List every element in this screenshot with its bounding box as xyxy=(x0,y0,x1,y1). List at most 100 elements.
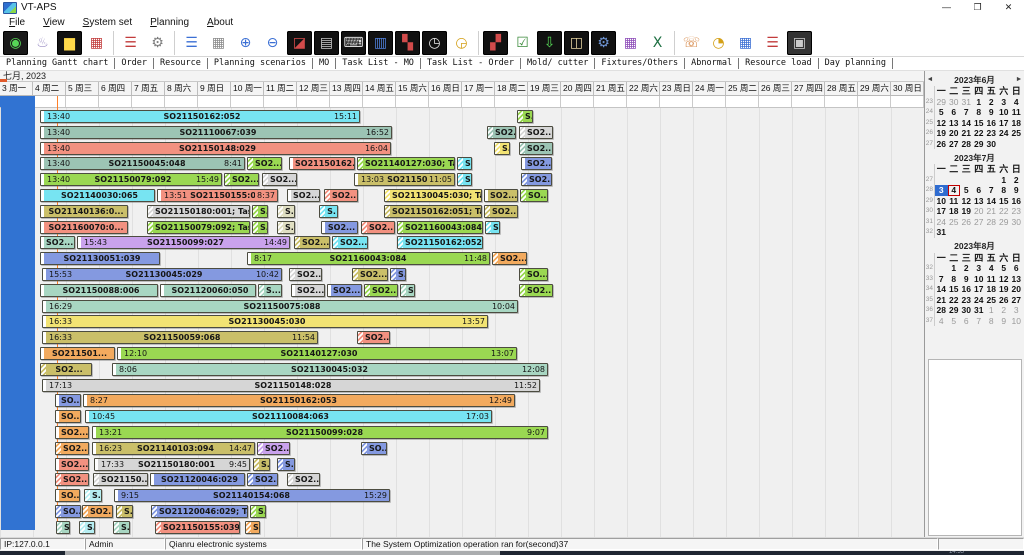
gantt-bar[interactable]: 13:40 SO21150162:052 15:11 xyxy=(40,110,360,123)
calendar-day[interactable]: 15 xyxy=(973,118,986,129)
gantt-bar[interactable]: SO2... xyxy=(321,220,358,234)
day-header-cell[interactable]: 25 周二 xyxy=(726,82,759,95)
calendar-day[interactable]: 2 xyxy=(998,305,1011,316)
gantt-bar[interactable]: 13:40 SO21150079:092 15:49 xyxy=(40,173,222,187)
calendar-day[interactable]: 7 xyxy=(985,185,998,196)
calendar-day[interactable]: 1 xyxy=(948,263,961,274)
day-header-cell[interactable]: 22 周六 xyxy=(627,82,660,95)
gantt-bar[interactable]: SO2... xyxy=(247,157,282,171)
gantt-bar[interactable]: S... xyxy=(258,283,282,297)
gantt-bar[interactable]: SO2... xyxy=(82,505,113,518)
day-header-cell[interactable]: 12 周三 xyxy=(297,82,330,95)
gantt-bar[interactable]: SO2... xyxy=(492,252,527,266)
save-icon[interactable]: ▣ xyxy=(787,30,812,55)
tab-planning-scenarios[interactable]: Planning scenarios xyxy=(208,58,314,69)
gantt-bar[interactable]: SO2... xyxy=(357,331,390,345)
calendar-day[interactable]: 11 xyxy=(1010,107,1023,118)
calendar-day[interactable]: 21 xyxy=(985,206,998,217)
clock-dark-icon[interactable]: ◷ xyxy=(422,30,447,55)
menu-view[interactable]: View xyxy=(34,17,74,28)
gantt-bar[interactable]: SO2... xyxy=(289,268,322,281)
gantt-bar[interactable]: 17:33 SO21150180:001 9:45 xyxy=(94,457,250,471)
calendar-day[interactable]: 20 xyxy=(1010,284,1023,295)
gantt-bar[interactable]: SO21150162:052; Tas... xyxy=(397,236,483,250)
calendar-day[interactable]: 19 xyxy=(935,128,948,139)
tab-task-list-order[interactable]: Task List - Order xyxy=(421,58,521,69)
gantt-bar[interactable]: SO2... xyxy=(40,362,92,376)
gantt-bar[interactable]: S. xyxy=(79,520,95,534)
calendar-day[interactable]: 23 xyxy=(960,295,973,306)
gantt-bar[interactable]: SO21150180:001; Task... xyxy=(147,204,250,218)
gantt-bar[interactable]: SO2... xyxy=(324,189,358,202)
gantt-bar[interactable]: 16:29 SO21150075:088 10:04 xyxy=(42,299,518,313)
calendar-day[interactable]: 5 xyxy=(935,107,948,118)
gantt-bar[interactable]: SO21130051:039 xyxy=(40,252,160,266)
calendar-day[interactable]: 4 xyxy=(1010,97,1023,108)
gantt-bar[interactable]: SO2... xyxy=(521,157,552,171)
calendar-day[interactable]: 25 xyxy=(1010,128,1023,139)
calendar-day[interactable]: 24 xyxy=(998,128,1011,139)
gantt-bar[interactable]: 13:40 SO21150045:048 8:41 xyxy=(40,157,245,171)
calendar-day[interactable]: 31 xyxy=(935,227,948,238)
calendar-day[interactable]: 30 xyxy=(1010,217,1023,228)
gantt-bar[interactable]: 16:33 SO21150059:068 11:54 xyxy=(42,331,318,345)
calendar-day[interactable]: 6 xyxy=(973,185,986,196)
calendar-day[interactable]: 31 xyxy=(960,97,973,108)
gantt-bar[interactable]: SO2... xyxy=(287,189,320,202)
gantt-bar[interactable]: 8:27 SO21150162:053 12:49 xyxy=(83,394,515,408)
day-header-cell[interactable]: 20 周四 xyxy=(561,82,594,95)
calendar-day[interactable]: 10 xyxy=(1010,316,1023,327)
calendar-day[interactable]: 8 xyxy=(985,316,998,327)
calendar-day[interactable]: 28 xyxy=(985,217,998,228)
calendar-day[interactable]: 4 xyxy=(985,263,998,274)
gantt-bar[interactable]: SO21150155:039; T... xyxy=(155,520,240,534)
mold-tool-icon[interactable]: ◪ xyxy=(287,30,312,55)
gantt-bar[interactable]: SO... xyxy=(55,489,80,503)
printer-icon[interactable]: ▤ xyxy=(314,30,339,55)
calendar-day[interactable]: 5 xyxy=(948,316,961,327)
gantt-view-icon[interactable]: ☰ xyxy=(179,31,204,55)
gantt-bar[interactable]: SO21140136:0... xyxy=(40,204,128,218)
gantt-bar[interactable]: SO2... xyxy=(247,473,278,487)
calendar-day[interactable]: 14 xyxy=(985,196,998,207)
calendar-day[interactable]: 24 xyxy=(973,295,986,306)
day-header-cell[interactable]: 7 周五 xyxy=(132,82,165,95)
calendar-day[interactable]: 16 xyxy=(960,284,973,295)
calendar-day[interactable]: 17 xyxy=(935,206,948,217)
gantt-bar[interactable]: S. xyxy=(485,220,500,234)
calendar-day[interactable]: 5 xyxy=(998,263,1011,274)
calendar-day[interactable]: 20 xyxy=(973,206,986,217)
calendar-day[interactable]: 27 xyxy=(948,139,961,150)
export-save-icon[interactable]: ⇩ xyxy=(537,30,562,55)
gantt-bar[interactable]: SO211501... xyxy=(40,347,115,360)
machine-icon[interactable]: ▞ xyxy=(483,30,508,55)
gantt-bar[interactable]: S. xyxy=(494,141,510,155)
gantt-bar[interactable]: SO21160043:084; Ta... xyxy=(397,220,483,234)
day-header-cell[interactable]: 10 周一 xyxy=(231,82,264,95)
gantt-bar[interactable]: SO2... xyxy=(262,173,297,187)
gantt-bar[interactable]: S. xyxy=(116,505,133,518)
calendar-day[interactable]: 8 xyxy=(998,185,1011,196)
excel-export-icon[interactable]: X xyxy=(645,31,670,55)
calendar-day[interactable]: 20 xyxy=(948,128,961,139)
calendar-day[interactable]: 28 xyxy=(935,305,948,316)
contact-sync-icon[interactable]: ☏ xyxy=(679,31,704,55)
calendar-day[interactable]: 8 xyxy=(948,274,961,285)
calendar-day[interactable]: 13 xyxy=(948,118,961,129)
gantt-bar[interactable]: SO21120046:029; Ta... xyxy=(151,505,248,518)
calendar-next-icon[interactable]: ► xyxy=(1014,76,1024,83)
gantt-bar[interactable]: 15:43 SO21150099:027 14:49 xyxy=(77,236,290,250)
maximize-button[interactable]: ❐ xyxy=(962,0,993,15)
teacup-icon[interactable]: ♨ xyxy=(30,31,55,55)
tab-mo[interactable]: MO xyxy=(313,58,337,69)
calendar-day[interactable]: 22 xyxy=(973,128,986,139)
calendar-day[interactable]: 26 xyxy=(998,295,1011,306)
day-header-cell[interactable]: 27 周四 xyxy=(792,82,825,95)
gantt-bar[interactable]: SO2... xyxy=(521,173,552,187)
gantt-bar[interactable]: 15:53 SO21130045:029 10:42 xyxy=(42,268,282,281)
calendar-day[interactable]: 11 xyxy=(948,196,961,207)
calendar-day[interactable]: 2 xyxy=(1010,175,1023,186)
system-monitor-icon[interactable]: ◉ xyxy=(3,30,28,55)
zoom-in-icon[interactable]: ⊕ xyxy=(233,31,258,55)
gantt-bar[interactable]: S... xyxy=(245,520,260,534)
